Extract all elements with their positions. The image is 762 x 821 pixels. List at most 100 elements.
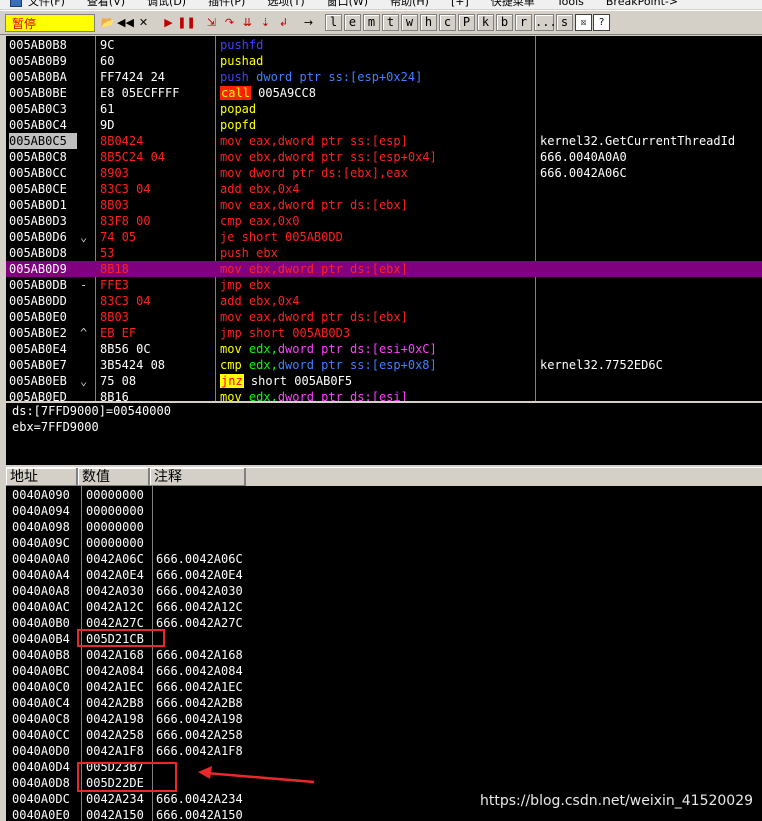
window-button[interactable]: s (556, 14, 573, 31)
instruction: popad (220, 101, 530, 117)
disasm-row[interactable]: 005AB0D6 ⌄ 74 05 je short 005AB0DD (6, 229, 762, 245)
trace-over-icon[interactable]: ⇣ (257, 14, 274, 31)
instruction-part: edx, (248, 342, 278, 356)
disassembly-pane[interactable]: 005AB0B8 9C pushfd 005AB0B9 60 pushad 005AB0BA… (6, 36, 762, 401)
disasm-row[interactable]: 005AB0B8 9C pushfd (6, 37, 762, 53)
disasm-row[interactable]: 005AB0C3 61 popad (6, 101, 762, 117)
dump-row[interactable]: 0040A0D0 0042A1F8 666.0042A1F8 (6, 743, 762, 759)
dump-row[interactable]: 0040A090 00000000 (6, 487, 762, 503)
disasm-row[interactable]: 005AB0C5 8B0424 mov eax,dword ptr ss:[esp]… (6, 133, 762, 149)
instruction-address: 005AB0B8 (9, 38, 67, 52)
dump-row[interactable]: 0040A0A8 0042A030 666.0042A030 (6, 583, 762, 599)
header-value[interactable]: 数值 (78, 468, 150, 486)
window-button[interactable]: t (382, 14, 399, 31)
step-over-icon[interactable]: ↷ (221, 14, 238, 31)
menu-item[interactable]: [+] (451, 0, 469, 8)
menu-item[interactable]: 窗口(W) (327, 0, 368, 9)
disasm-row[interactable]: 005AB0C4 9D popfd (6, 117, 762, 133)
disasm-row[interactable]: 005AB0ED 8B16 mov edx,dword ptr ds:[esi] (6, 389, 762, 401)
dump-row[interactable]: 0040A0C4 0042A2B8 666.0042A2B8 (6, 695, 762, 711)
opcode-bytes: 53 (100, 246, 115, 260)
disasm-row[interactable]: 005AB0E4 8B56 0C mov edx,dword ptr ds:[esi… (6, 341, 762, 357)
dump-row[interactable]: 0040A094 00000000 (6, 503, 762, 519)
disasm-row[interactable]: 005AB0C8 8B5C24 04 mov ebx,dword ptr ss:[e… (6, 149, 762, 165)
dump-value: 00000000 (86, 520, 144, 534)
menu-item[interactable]: 调试(D) (147, 0, 186, 9)
menu-item[interactable]: 查看(V) (87, 0, 125, 9)
menu-item[interactable]: 插件(P) (208, 0, 245, 9)
pause-icon[interactable]: ❚❚ (177, 14, 195, 31)
trace-into-icon[interactable]: ⇊ (239, 14, 256, 31)
menu-item[interactable]: BreakPoint-> (606, 0, 678, 8)
window-button[interactable]: b (496, 14, 513, 31)
window-button[interactable]: l (325, 14, 342, 31)
disasm-row[interactable]: 005AB0D9 8B18 mov ebx,dword ptr ds:[ebx] (6, 261, 762, 277)
execute-till-return-icon[interactable]: ↲ (275, 14, 292, 31)
header-comment[interactable]: 注释 (150, 468, 246, 486)
disasm-row[interactable]: 005AB0D3 83F8 00 cmp eax,0x0 (6, 213, 762, 229)
window-button[interactable]: w (401, 14, 418, 31)
dump-row[interactable]: 0040A0CC 0042A258 666.0042A258 (6, 727, 762, 743)
instruction-address: 005AB0B9 (9, 54, 67, 68)
opcode-bytes: 3B5424 08 (100, 358, 166, 372)
instruction: popfd (220, 117, 530, 133)
disasm-row[interactable]: 005AB0CE 83C3 04 add ebx,0x4 (6, 181, 762, 197)
instruction-address: 005AB0BA (9, 70, 67, 84)
dump-row[interactable]: 0040A0C8 0042A198 666.0042A198 (6, 711, 762, 727)
run-icon[interactable]: ▶ (160, 14, 177, 31)
disasm-row[interactable]: 005AB0E7 3B5424 08 cmp edx,dword ptr ss:[e… (6, 357, 762, 373)
window-button[interactable]: k (477, 14, 494, 31)
window-button[interactable]: ... (534, 14, 557, 31)
dump-comment: 666.0042A234 (156, 792, 243, 806)
window-button[interactable]: P (458, 14, 475, 31)
help-icon[interactable]: ? (593, 14, 610, 31)
disasm-row[interactable]: 005AB0DB - FFE3 jmp ebx (6, 277, 762, 293)
go-to-icon[interactable]: → (300, 14, 317, 31)
window-button[interactable]: m (363, 14, 380, 31)
opcode-bytes: 9D (100, 118, 115, 132)
close-icon[interactable]: ✕ (135, 14, 152, 31)
instruction-address: 005AB0BE (9, 86, 67, 100)
disasm-row[interactable]: 005AB0DD 83C3 04 add ebx,0x4 (6, 293, 762, 309)
dump-row[interactable]: 0040A0A4 0042A0E4 666.0042A0E4 (6, 567, 762, 583)
open-file-icon[interactable]: 📂 (99, 14, 116, 31)
opcode-bytes: 8B03 (100, 198, 129, 212)
disasm-row[interactable]: 005AB0E2 ^ EB EF jmp short 005AB0D3 (6, 325, 762, 341)
window-button[interactable]: c (439, 14, 456, 31)
menu-item[interactable]: Tools (557, 0, 584, 8)
window-button[interactable]: e (344, 14, 361, 31)
menu-item[interactable]: 帮助(H) (390, 0, 429, 9)
step-into-icon[interactable]: ⇲ (203, 14, 220, 31)
disasm-row[interactable]: 005AB0E0 8B03 mov eax,dword ptr ds:[ebx] (6, 309, 762, 325)
dump-row[interactable]: 0040A0BC 0042A084 666.0042A084 (6, 663, 762, 679)
header-address[interactable]: 地址 (6, 468, 78, 486)
disasm-row[interactable]: 005AB0BE E8 05ECFFFF call 005A9CC8 (6, 85, 762, 101)
dump-address: 0040A0A8 (12, 584, 70, 598)
rewind-icon[interactable]: ◀◀ (117, 14, 134, 31)
dump-row[interactable]: 0040A0AC 0042A12C 666.0042A12C (6, 599, 762, 615)
menu-item[interactable]: 选项(T) (267, 0, 304, 9)
dump-row[interactable]: 0040A09C 00000000 (6, 535, 762, 551)
window-button[interactable]: h (420, 14, 437, 31)
disasm-row[interactable]: 005AB0CC 8903 mov dword ptr ds:[ebx],eax 66… (6, 165, 762, 181)
disasm-row[interactable]: 005AB0D1 8B03 mov eax,dword ptr ds:[ebx] (6, 197, 762, 213)
menu-item[interactable]: 文件(F) (28, 0, 65, 9)
dump-value: 0042A234 (86, 792, 144, 806)
disasm-row[interactable]: 005AB0B9 60 pushad (6, 53, 762, 69)
window-button[interactable]: r (515, 14, 532, 31)
dump-comment: 666.0042A1EC (156, 680, 243, 694)
dump-row[interactable]: 0040A0A0 0042A06C 666.0042A06C (6, 551, 762, 567)
instruction-part: mov eax,dword ptr ds:[ebx] (220, 310, 408, 324)
options-icon[interactable]: ☒ (575, 14, 592, 31)
dump-row[interactable]: 0040A098 00000000 (6, 519, 762, 535)
toolbar: 暂停 📂 ◀◀ ✕ ▶ ❚❚ ⇲ ↷ ⇊ ⇣ ↲ → l e m t w h c Pk b r..… (0, 10, 762, 35)
disasm-row[interactable]: 005AB0EB ⌄ 75 08 jnz short 005AB0F5 (6, 373, 762, 389)
disasm-row[interactable]: 005AB0BA FF7424 24 push dword ptr ss:[esp+… (6, 69, 762, 85)
instruction-comment: kernel32.GetCurrentThreadId (540, 134, 736, 148)
dump-row[interactable]: 0040A0B8 0042A168 666.0042A168 (6, 647, 762, 663)
dump-row[interactable]: 0040A0C0 0042A1EC 666.0042A1EC (6, 679, 762, 695)
dump-row[interactable]: 0040A0E0 0042A150 666.0042A150 (6, 807, 762, 821)
disasm-row[interactable]: 005AB0D8 53 push ebx (6, 245, 762, 261)
dump-address: 0040A0D0 (12, 744, 70, 758)
menu-item[interactable]: 快捷菜单 (491, 0, 535, 9)
